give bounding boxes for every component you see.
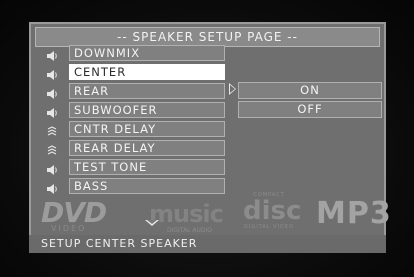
menu-item-label: CENTER <box>69 64 225 80</box>
scroll-down-icon-inner <box>147 220 157 224</box>
menu-item-rear-delay[interactable]: REAR DELAY <box>42 140 225 157</box>
page-title: -- SPEAKER SETUP PAGE -- <box>35 27 380 47</box>
menu-item-test-tone[interactable]: TEST TONE <box>42 159 225 176</box>
compact-logo-text: COMPACT <box>253 192 285 198</box>
speaker-icon <box>46 47 58 61</box>
menu-item-cntr-delay[interactable]: CNTR DELAY <box>42 121 225 138</box>
option-on[interactable]: ON <box>238 82 382 99</box>
speaker-setup-menu: DOWNMIX CENTER REAR SUBWOOFER CNTR DELAY REAR… <box>42 45 225 197</box>
menu-item-label: REAR <box>69 83 225 99</box>
menu-item-subwoofer[interactable]: SUBWOOFER <box>42 102 225 119</box>
menu-item-center[interactable]: CENTER <box>42 64 225 81</box>
music-logo: music <box>149 200 224 228</box>
compact-disc-logo: COMPACT disc DIGITAL VIDEO <box>243 192 302 230</box>
menu-item-label: REAR DELAY <box>69 140 225 156</box>
video-logo-text: VIDEO <box>51 224 87 233</box>
speaker-icon <box>46 104 58 118</box>
status-bar: SETUP CENTER SPEAKER <box>29 235 386 253</box>
speaker-icon <box>46 161 58 175</box>
speaker-icon <box>46 85 58 99</box>
speaker-icon <box>46 66 58 80</box>
digital-video-logo-text: DIGITAL VIDEO <box>244 224 294 230</box>
menu-item-label: CNTR DELAY <box>69 121 225 137</box>
mp3-logo: MP3 <box>316 196 392 231</box>
speaker-delay-icon <box>46 123 58 136</box>
menu-item-rear[interactable]: REAR <box>42 83 225 100</box>
menu-item-label: DOWNMIX <box>69 45 225 61</box>
menu-item-label: SUBWOOFER <box>69 102 225 118</box>
menu-item-bass[interactable]: BASS <box>42 178 225 195</box>
speaker-icon <box>46 180 58 194</box>
option-off[interactable]: OFF <box>238 101 382 118</box>
center-options-list: ON OFF <box>238 82 382 120</box>
menu-item-label: TEST TONE <box>69 159 225 175</box>
disc-logo-text: disc <box>243 196 302 226</box>
digital-audio-logo-text: DIGITAL AUDIO <box>167 227 212 234</box>
dvd-logo: DVD <box>41 196 107 229</box>
menu-item-downmix[interactable]: DOWNMIX <box>42 45 225 62</box>
menu-item-label: BASS <box>69 178 225 194</box>
speaker-delay-icon <box>46 142 58 155</box>
chevron-right-icon-inner <box>230 85 235 93</box>
tv-screen: DVD VIDEO music DIGITAL AUDIO COMPACT di… <box>0 0 414 277</box>
